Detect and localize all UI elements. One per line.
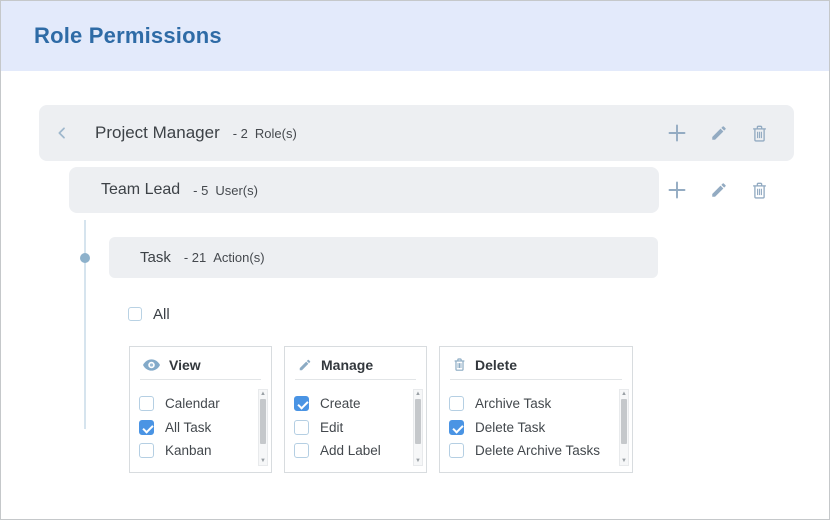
permission-list: Create Edit Add Label [285,385,426,463]
card-body: Calendar All Task Kanban ▲ ▼ [130,385,271,472]
permission-item-label: All Task [165,419,212,435]
page-title: Role Permissions [34,23,222,48]
permission-item-label: Delete Archive Tasks [475,443,601,459]
user-row-team-lead[interactable]: Team Lead - 5 User(s) [69,167,659,213]
scroll-up-icon[interactable]: ▲ [620,390,628,398]
scrollbar-thumb[interactable] [415,399,421,444]
chevron-left-icon[interactable] [54,124,70,142]
permission-card-view: View Calendar All Task Kanban ▲ ▼ [129,346,272,473]
role-permissions-window: Role Permissions Project Manager - 2 Rol… [0,0,830,520]
card-title: Manage [321,356,374,373]
checkbox-checked[interactable] [139,419,154,435]
scroll-down-icon[interactable]: ▼ [259,457,267,465]
permission-card-delete: Delete Archive Task Delete Task Delete A… [439,346,633,473]
role-count-unit: Role(s) [254,125,297,141]
scrollbar[interactable]: ▲ ▼ [413,389,423,466]
checkbox-unchecked[interactable] [294,443,309,459]
pencil-icon[interactable] [710,181,728,199]
permission-item-label: Archive Task [475,396,552,412]
role-row-actions [667,105,768,161]
trash-icon[interactable] [751,124,768,143]
entity-count: - 21 [183,250,207,265]
permission-list: Calendar All Task Kanban [130,385,271,463]
permission-item-label: Edit [320,419,344,435]
permission-item-label: Add Label [320,443,381,459]
scroll-up-icon[interactable]: ▲ [259,390,267,398]
entity-name: Task [140,249,171,266]
scroll-down-icon[interactable]: ▼ [414,457,422,465]
pencil-icon[interactable] [710,124,728,142]
select-all-row[interactable]: All [128,300,170,328]
scroll-down-icon[interactable]: ▼ [620,457,628,465]
user-count-unit: User(s) [215,182,258,198]
checkbox-checked[interactable] [294,396,309,412]
role-name: Project Manager [95,123,220,142]
plus-icon[interactable] [667,123,687,143]
permission-item-label: Delete Task [475,419,546,435]
select-all-checkbox[interactable] [128,307,142,321]
scrollbar[interactable]: ▲ ▼ [619,389,629,466]
card-header: Manage [295,347,416,380]
card-body: Archive Task Delete Task Delete Archive … [440,385,632,472]
scrollbar[interactable]: ▲ ▼ [258,389,268,466]
permission-item-label: Calendar [165,396,220,412]
permission-item[interactable]: Create [294,392,426,416]
permission-item[interactable]: Delete Archive Tasks [449,439,632,463]
permission-item[interactable]: Edit [294,416,426,440]
checkbox-unchecked[interactable] [294,419,309,435]
header-bar: Role Permissions [1,1,829,71]
card-title: Delete [475,356,518,373]
pencil-icon [298,358,312,372]
entity-row-task[interactable]: Task - 21 Action(s) [109,237,658,278]
trash-icon [453,357,466,372]
permission-item[interactable]: All Task [139,416,271,440]
user-row-actions [667,167,768,213]
checkbox-checked[interactable] [449,419,464,435]
entity-count-unit: Action(s) [213,250,265,265]
card-body: Create Edit Add Label ▲ ▼ [285,385,426,472]
user-name: Team Lead [101,181,181,198]
tree-connector-dot [80,253,90,263]
card-header: Delete [450,347,622,380]
select-all-label: All [153,305,170,323]
permission-list: Archive Task Delete Task Delete Archive … [440,385,632,463]
trash-icon[interactable] [751,181,768,200]
checkbox-unchecked[interactable] [139,443,154,459]
tree-connector-line [84,220,86,429]
checkbox-unchecked[interactable] [139,396,154,412]
scrollbar-thumb[interactable] [621,399,627,444]
scroll-up-icon[interactable]: ▲ [414,390,422,398]
eye-icon [143,358,160,371]
permission-item[interactable]: Archive Task [449,392,632,416]
permission-item[interactable]: Kanban [139,439,271,463]
plus-icon[interactable] [667,180,687,200]
permission-item-label: Create [320,396,361,412]
permission-item[interactable]: Calendar [139,392,271,416]
permission-item-label: Kanban [165,443,212,459]
permission-card-manage: Manage Create Edit Add Label ▲ ▼ [284,346,427,473]
permission-item[interactable]: Delete Task [449,416,632,440]
permission-item[interactable]: Add Label [294,439,426,463]
card-title: View [169,356,201,373]
checkbox-unchecked[interactable] [449,443,464,459]
user-count: - 5 [193,182,209,198]
card-header: View [140,347,261,380]
role-count: - 2 [232,125,248,141]
scrollbar-thumb[interactable] [260,399,266,444]
checkbox-unchecked[interactable] [449,396,464,412]
